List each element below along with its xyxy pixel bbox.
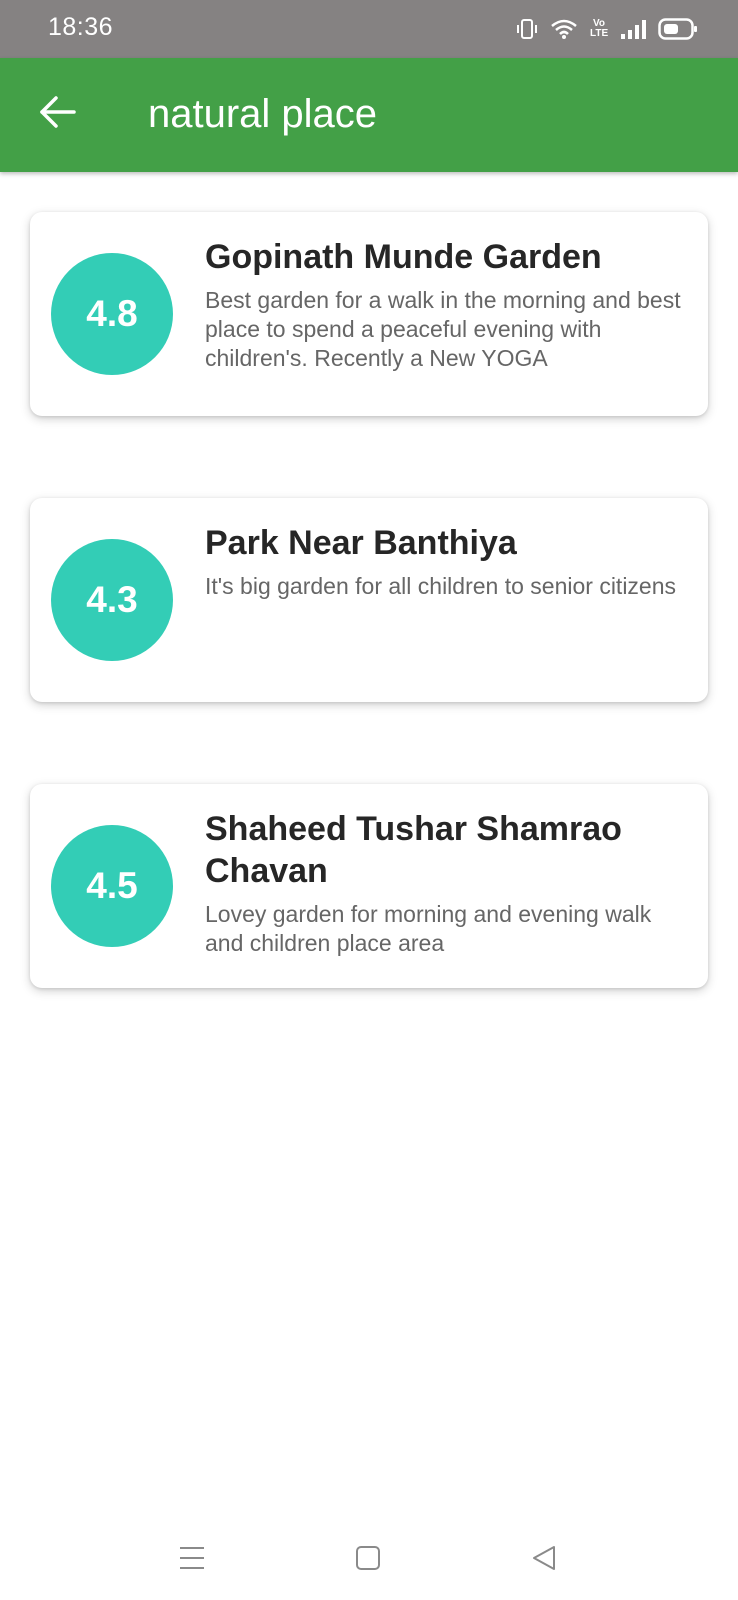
rating-badge: 4.5 <box>51 825 173 947</box>
place-description: It's big garden for all children to seni… <box>205 573 677 599</box>
menu-icon <box>178 1545 206 1576</box>
place-card[interactable]: 4.8 Gopinath Munde Garden Best garden fo… <box>30 212 708 416</box>
vibrate-icon <box>516 18 538 40</box>
card-text: Gopinath Munde Garden Best garden for a … <box>205 236 685 373</box>
home-square-icon <box>354 1544 382 1577</box>
rating-badge: 4.8 <box>51 253 173 375</box>
volte-icon: Vo LTE <box>590 19 608 39</box>
status-icons: Vo LTE <box>516 14 698 44</box>
volte-bottom-label: LTE <box>590 28 609 39</box>
back-button[interactable] <box>30 86 86 142</box>
app-bar: natural place <box>0 58 738 172</box>
card-text: Park Near Banthiya It's big garden for a… <box>205 522 685 601</box>
status-time: 18:36 <box>48 13 114 41</box>
screen: 18:36 Vo LTE natural place 4.8 Gopinath … <box>0 0 738 1600</box>
home-button[interactable] <box>342 1534 394 1586</box>
place-description: Best garden for a walk in the morning an… <box>205 287 681 371</box>
place-name: Park Near Banthiya <box>205 524 517 562</box>
recent-apps-button[interactable] <box>166 1534 218 1586</box>
place-name: Gopinath Munde Garden <box>205 238 602 276</box>
page-title: natural place <box>148 92 378 136</box>
system-nav-bar <box>0 1520 738 1600</box>
place-card[interactable]: 4.5 Shaheed Tushar Shamrao Chavan Lovey … <box>30 784 708 988</box>
back-triangle-icon <box>530 1544 558 1577</box>
system-back-button[interactable] <box>518 1534 570 1586</box>
place-card[interactable]: 4.3 Park Near Banthiya It's big garden f… <box>30 498 708 702</box>
arrow-left-icon <box>38 94 78 135</box>
status-bar: 18:36 Vo LTE <box>0 0 738 58</box>
signal-icon <box>620 18 646 40</box>
place-description: Lovey garden for morning and evening wal… <box>205 901 652 956</box>
wifi-icon <box>550 18 578 40</box>
rating-badge: 4.3 <box>51 539 173 661</box>
card-text: Shaheed Tushar Shamrao Chavan Lovey gard… <box>205 808 685 958</box>
place-name: Shaheed Tushar Shamrao Chavan <box>205 810 622 890</box>
battery-icon <box>658 17 698 41</box>
